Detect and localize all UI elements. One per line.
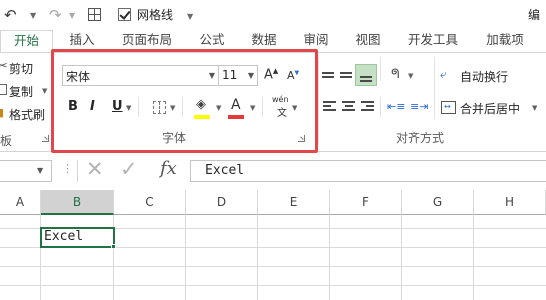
merge-dropdown-icon[interactable]: ▼ — [532, 104, 537, 112]
column-header-d[interactable]: D — [186, 190, 258, 215]
undo-icon[interactable]: ↶ — [4, 0, 17, 30]
ribbon: ✂ 剪切 复制 ▼ ▮ 格式刷 板 宋体 ▼ 11 ▼ A▲ A▼ B I U … — [0, 49, 546, 153]
column-header-e[interactable]: E — [258, 190, 330, 215]
wrap-text-icon[interactable]: ⤶ — [440, 67, 447, 82]
column-header-h[interactable]: H — [474, 190, 546, 215]
column-header-b[interactable]: B — [41, 190, 114, 215]
copy-button[interactable]: 复制 — [9, 83, 33, 100]
merge-center-icon[interactable]: ↔ — [441, 101, 456, 114]
align-middle-icon[interactable] — [322, 70, 336, 80]
align-left-icon[interactable] — [323, 101, 337, 113]
wrap-text-button[interactable]: 自动换行 — [460, 68, 508, 85]
align-center-vertical-icon[interactable] — [340, 70, 354, 80]
qat-customize-icon[interactable]: ▼ — [187, 2, 193, 32]
alignment-group-label: 对齐方式 — [396, 131, 445, 145]
clipboard-group-label: 板 — [0, 134, 13, 148]
quick-access-toolbar: ↶ ▼ ↷ ▼ 网格线 ▼ 编 — [0, 0, 546, 30]
undo-dropdown-icon[interactable]: ▼ — [30, 1, 36, 31]
align-center-icon[interactable] — [342, 101, 356, 113]
redo-icon[interactable]: ↷ — [49, 0, 62, 30]
active-cell-b2[interactable]: Excel — [40, 227, 115, 248]
clipboard-launcher-icon[interactable] — [42, 135, 49, 142]
chevron-down-icon[interactable]: ▼ — [37, 166, 43, 175]
font-group-highlight — [51, 49, 318, 153]
format-painter-button[interactable]: 格式刷 — [9, 106, 45, 123]
gridlines-checkbox[interactable] — [118, 8, 131, 21]
tab-home[interactable]: 开始 — [0, 30, 53, 53]
tab-add-ins[interactable]: 加载项 — [480, 30, 530, 53]
copy-dropdown-icon[interactable]: ▼ — [42, 87, 47, 95]
column-header-a[interactable]: A — [0, 190, 41, 215]
increase-indent-icon[interactable]: ≡⇥ — [410, 100, 428, 113]
group-separator — [318, 57, 319, 145]
table-grid-icon[interactable] — [88, 8, 101, 21]
redo-dropdown-icon[interactable]: ▼ — [69, 1, 75, 31]
format-painter-icon[interactable]: ▮ — [0, 106, 4, 119]
insert-function-button[interactable]: fx — [160, 158, 177, 179]
column-header-g[interactable]: G — [402, 190, 474, 215]
formula-input[interactable]: Excel — [190, 160, 546, 182]
cut-icon[interactable]: ✂ — [0, 59, 8, 74]
align-bottom-button[interactable] — [355, 64, 377, 86]
tab-developer[interactable]: 开发工具 — [402, 30, 464, 53]
fill-handle[interactable] — [111, 244, 116, 249]
column-header-f[interactable]: F — [330, 190, 402, 215]
orientation-dropdown-icon[interactable]: ▼ — [408, 72, 413, 80]
window-title-fragment: 编 — [528, 8, 541, 22]
merge-center-button[interactable]: 合并后居中 — [460, 100, 520, 117]
copy-icon[interactable] — [0, 84, 7, 95]
gridline — [0, 285, 546, 286]
align-right-icon[interactable] — [361, 101, 375, 113]
text-orientation-icon[interactable]: ᖗ — [391, 67, 399, 82]
group-separator — [434, 57, 435, 119]
column-header-c[interactable]: C — [114, 190, 186, 215]
tab-view[interactable]: 视图 — [350, 30, 386, 53]
gridlines-label: 网格线 — [137, 8, 174, 22]
gridline — [0, 266, 546, 267]
cut-button[interactable]: 剪切 — [9, 60, 33, 77]
cancel-icon[interactable]: ✕ — [86, 157, 104, 181]
name-box[interactable]: ▼ — [0, 160, 52, 182]
decrease-indent-icon[interactable]: ⇤≡ — [387, 100, 405, 113]
more-handle-icon[interactable]: ⋮ — [62, 162, 73, 175]
enter-check-icon[interactable]: ✓ — [120, 157, 138, 181]
divider — [77, 160, 78, 182]
divider — [380, 57, 381, 81]
worksheet-grid: A B C D E F G H Excel — [0, 190, 546, 300]
divider — [380, 97, 381, 117]
formula-bar: ▼ ⋮ ✕ ✓ fx Excel — [0, 154, 546, 188]
